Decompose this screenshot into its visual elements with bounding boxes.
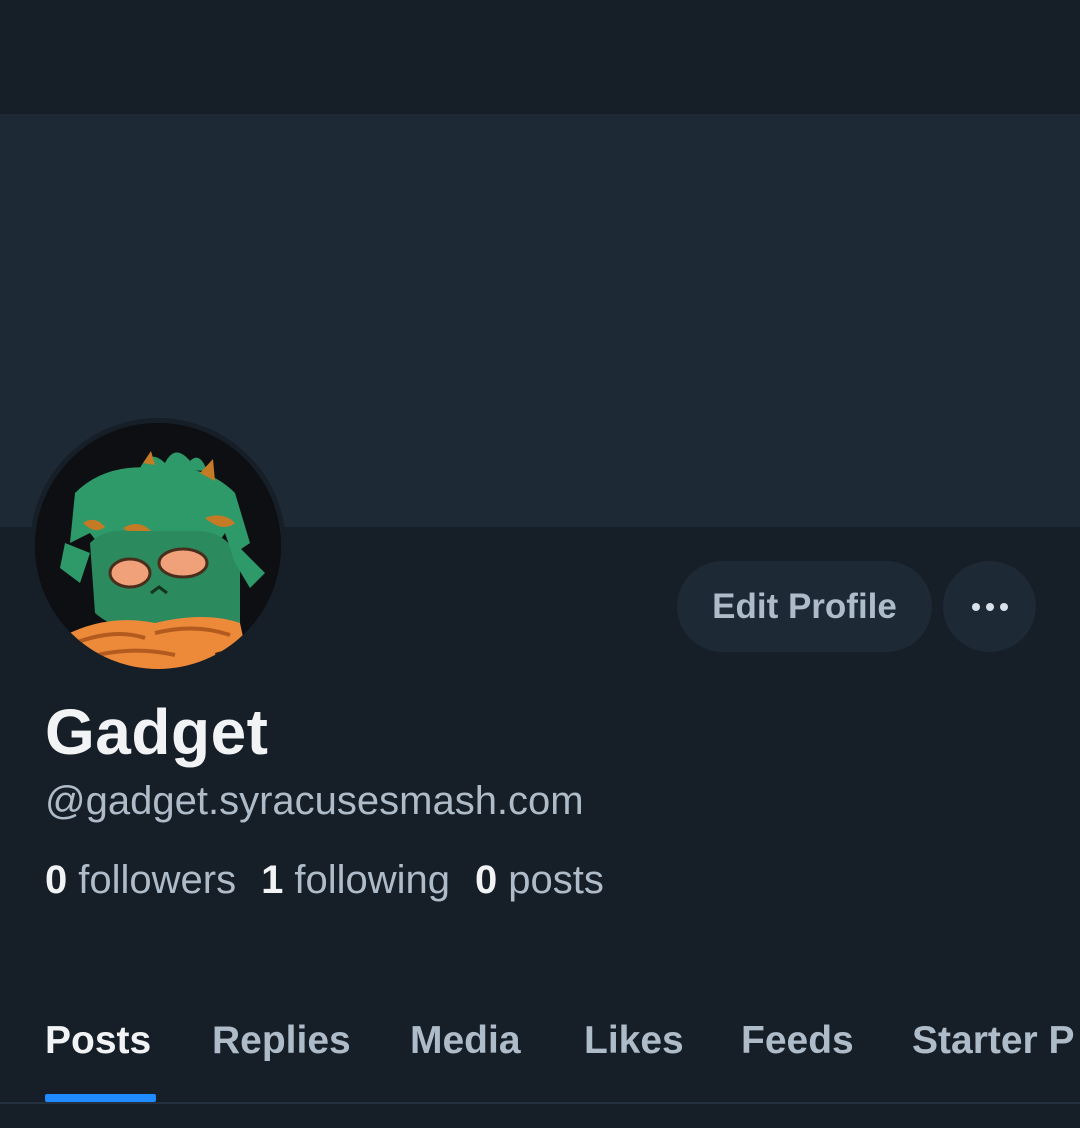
tab-starter-packs[interactable]: Starter P [912, 1018, 1075, 1064]
profile-tabs: Posts Replies Media Likes Feeds Starter … [0, 1000, 1080, 1104]
profile-handle: @gadget.syracusesmash.com [45, 779, 584, 823]
edit-profile-button[interactable]: Edit Profile [677, 561, 932, 652]
more-horizontal-icon [999, 602, 1008, 611]
posts-count: 0 [475, 858, 498, 902]
followers-count: 0 [45, 858, 68, 902]
posts-stat: 0 posts [475, 855, 604, 905]
avatar[interactable] [35, 423, 281, 669]
posts-label: posts [508, 858, 604, 902]
more-options-button[interactable] [943, 561, 1036, 652]
tab-posts[interactable]: Posts [45, 1018, 151, 1064]
following-stat[interactable]: 1 following [261, 855, 450, 905]
tab-likes[interactable]: Likes [584, 1018, 684, 1064]
tab-media[interactable]: Media [410, 1018, 521, 1064]
more-horizontal-icon [985, 602, 994, 611]
following-count: 1 [261, 858, 284, 902]
display-name: Gadget [45, 696, 269, 768]
avatar-image [35, 423, 281, 669]
followers-label: followers [78, 858, 237, 902]
status-bar [0, 0, 1080, 114]
tab-feeds[interactable]: Feeds [741, 1018, 854, 1064]
tabs-divider [0, 1102, 1080, 1104]
profile-stats: 0 followers 1 following 0 posts [45, 855, 629, 905]
active-tab-indicator [45, 1094, 156, 1102]
more-horizontal-icon [971, 602, 980, 611]
following-label: following [294, 858, 450, 902]
followers-stat[interactable]: 0 followers [45, 855, 236, 905]
tab-replies[interactable]: Replies [212, 1018, 351, 1064]
